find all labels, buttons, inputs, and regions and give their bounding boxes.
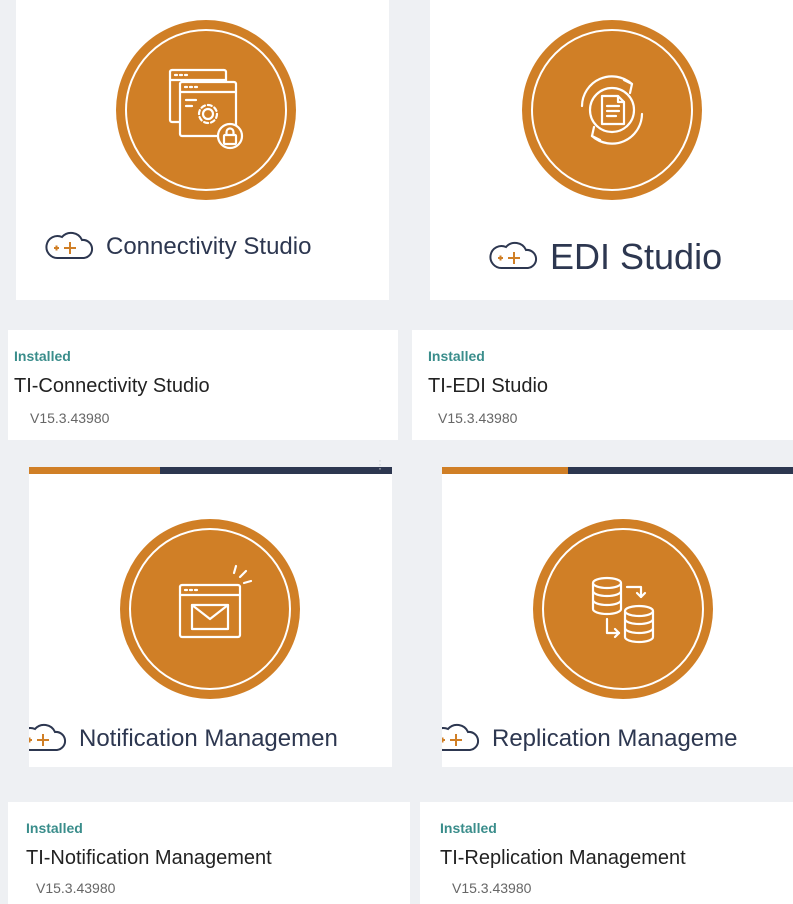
app-title[interactable]: TI-EDI Studio [428, 375, 548, 398]
cloud-plus-logo-icon [44, 230, 96, 264]
app-tile-image[interactable]: Notification Managemen [29, 467, 392, 767]
brand-name: Notification Managemen [79, 725, 338, 752]
app-icon-circle [116, 20, 296, 200]
cloud-plus-logo-icon [442, 722, 482, 756]
app-version: V15.3.43980 [438, 410, 518, 426]
app-version: V15.3.43980 [36, 880, 116, 896]
app-tile-image[interactable]: Connectivity Studio [16, 0, 389, 300]
app-card-replication-management[interactable]: Replication Manageme Installed TI-Replic… [420, 452, 793, 904]
status-badge: Installed [428, 348, 485, 364]
progress-bar [442, 467, 793, 474]
progress-bar [29, 467, 392, 474]
product-brand-label: Connectivity Studio [44, 230, 311, 264]
kebab-menu-icon[interactable]: · · · [378, 454, 382, 474]
status-badge: Installed [440, 820, 497, 836]
brand-name: Connectivity Studio [106, 233, 312, 260]
status-badge: Installed [14, 348, 71, 364]
brand-name: EDI Studio [550, 236, 723, 277]
product-brand-label: Replication Manageme [442, 722, 737, 756]
app-card-meta: Installed TI-EDI Studio V15.3.43980 [412, 330, 793, 440]
app-title[interactable]: TI-Notification Management [26, 847, 272, 870]
envelope-window-icon [178, 564, 253, 639]
app-card-meta: Installed TI-Replication Management V15.… [420, 802, 793, 904]
app-card-connectivity-studio[interactable]: Connectivity Studio Installed TI-Connect… [8, 0, 398, 440]
app-version: V15.3.43980 [452, 880, 532, 896]
app-card-edi-studio[interactable]: EDI Studio Installed TI-EDI Studio V15.3… [412, 0, 793, 440]
app-title[interactable]: TI-Replication Management [440, 847, 686, 870]
document-cycle-icon [580, 75, 644, 145]
app-icon-circle [522, 20, 702, 200]
window-gear-lock-icon [168, 68, 244, 150]
app-tile-image[interactable]: EDI Studio [430, 0, 793, 300]
app-version: V15.3.43980 [30, 410, 110, 426]
database-sync-icon [591, 576, 655, 644]
product-brand-label: EDI Studio [488, 236, 722, 278]
product-brand-label: Notification Managemen [29, 722, 338, 756]
app-icon-circle [120, 519, 300, 699]
app-icon-circle [533, 519, 713, 699]
app-card-notification-management[interactable]: Notification Managemen · · · Installed TI-… [8, 452, 410, 904]
status-badge: Installed [26, 820, 83, 836]
cloud-plus-logo-icon [488, 240, 540, 274]
app-card-meta: Installed TI-Notification Management V15… [8, 802, 410, 904]
app-tile-image[interactable]: Replication Manageme [442, 467, 793, 767]
app-card-meta: Installed TI-Connectivity Studio V15.3.4… [8, 330, 398, 440]
brand-name: Replication Manageme [492, 725, 738, 752]
cloud-plus-logo-icon [29, 722, 69, 756]
app-title[interactable]: TI-Connectivity Studio [14, 375, 210, 398]
